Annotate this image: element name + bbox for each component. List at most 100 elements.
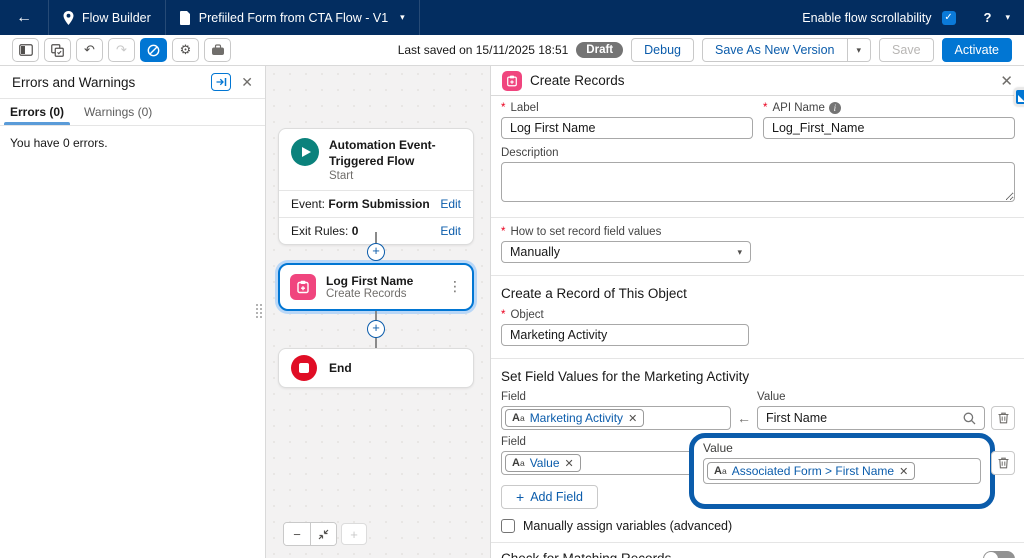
text-type-icon: Aa (512, 412, 525, 424)
copy-elements-button[interactable] (44, 38, 71, 62)
create-records-panel: Create Records ✕ * Label Log First Name *… (490, 66, 1024, 558)
section-matching-heading: Check for Matching Records (501, 551, 671, 558)
field-pill-label: Marketing Activity (530, 411, 623, 425)
create-records-icon (502, 71, 522, 91)
toggle-panel-button[interactable] (12, 38, 39, 62)
end-node[interactable]: End (278, 348, 474, 388)
activate-button[interactable]: Activate (942, 38, 1012, 62)
save-options-dropdown-button[interactable]: ▾ (848, 38, 872, 62)
required-asterisk: * (763, 102, 767, 114)
debug-button[interactable]: Debug (631, 38, 694, 62)
help-button[interactable]: ? (984, 10, 992, 25)
close-icon[interactable]: ✕ (241, 74, 253, 91)
zoom-out-button[interactable]: − (284, 523, 310, 545)
scrollability-label: Enable flow scrollability (802, 11, 931, 25)
remove-pill-icon[interactable]: ✕ (899, 465, 908, 478)
back-button[interactable]: ← (0, 0, 49, 35)
scrollability-checkbox[interactable]: ✓ (942, 11, 956, 25)
start-flow-icon (291, 138, 319, 166)
save-button[interactable]: Save (879, 38, 934, 62)
scroll-indicator-fragment[interactable] (1014, 88, 1024, 106)
required-asterisk: * (501, 309, 505, 321)
last-saved-text: Last saved on 15/11/2025 18:51 (398, 43, 569, 57)
fit-view-icon (318, 529, 329, 540)
assign-variables-checkbox[interactable] (501, 519, 515, 533)
value-input-row2[interactable]: Aa Associated Form > First Name ✕ (703, 458, 981, 484)
how-to-set-select[interactable]: Manually ▾ (501, 241, 751, 263)
redo-button[interactable]: ↷ (108, 38, 135, 62)
flow-title-segment[interactable]: Prefiiled Form from CTA Flow - V1 ▾ (166, 0, 420, 35)
node-menu-button[interactable]: ⋮ (448, 279, 462, 295)
errors-panel-title: Errors and Warnings (12, 75, 211, 90)
api-name-input[interactable]: Log_First_Name (763, 117, 1015, 139)
delete-row-button[interactable] (991, 406, 1015, 430)
end-node-label: End (329, 361, 352, 375)
edit-exit-rules-link[interactable]: Edit (440, 224, 461, 238)
label-field-label: Label (510, 102, 538, 114)
dock-panel-button[interactable] (211, 73, 231, 91)
field-input-row1[interactable]: Aa Marketing Activity ✕ (501, 406, 731, 430)
tab-errors[interactable]: Errors (0) (0, 99, 74, 125)
redo-icon: ↷ (116, 43, 127, 58)
edit-event-link[interactable]: Edit (440, 197, 461, 211)
errors-empty-message: You have 0 errors. (0, 126, 265, 160)
description-textarea[interactable] (501, 162, 1015, 202)
divider (491, 217, 1024, 218)
event-label: Event: (291, 197, 325, 211)
field-pill[interactable]: Aa Value ✕ (505, 454, 581, 472)
how-to-set-label: How to set record field values (510, 226, 661, 238)
panel-toggle-icon (19, 44, 33, 56)
inspector-header: Create Records ✕ (491, 66, 1024, 96)
divider (491, 275, 1024, 276)
plus-icon: + (516, 489, 524, 505)
trash-icon (998, 457, 1009, 469)
help-chevron-icon[interactable]: ▾ (1005, 12, 1010, 23)
flow-canvas[interactable]: Automation Event-Triggered Flow Start Ev… (266, 66, 490, 558)
fit-view-button[interactable] (310, 523, 336, 545)
assign-arrow-icon: ← (731, 410, 757, 426)
description-label: Description (501, 147, 1015, 159)
chevron-down-icon: ▾ (737, 247, 742, 258)
zoom-in-button[interactable]: + (341, 523, 367, 545)
assign-variables-label: Manually assign variables (advanced) (523, 519, 732, 533)
save-as-new-version-button[interactable]: Save As New Version (702, 38, 848, 62)
create-records-icon (290, 274, 316, 300)
settings-button[interactable]: ⚙ (172, 38, 199, 62)
toolbar: ↶ ↷ ⚙ Last saved on 15/11/2025 18:51 Dra… (0, 35, 1024, 66)
field-pill[interactable]: Aa Marketing Activity ✕ (505, 409, 644, 427)
undo-button[interactable]: ↶ (76, 38, 103, 62)
start-node-title: Automation Event-Triggered Flow (329, 138, 461, 169)
value-pill-label: Associated Form > First Name (732, 464, 894, 478)
toolbox-button[interactable] (204, 38, 231, 62)
add-field-button[interactable]: + Add Field (501, 485, 598, 509)
dock-right-icon (216, 77, 227, 87)
delete-row-button[interactable] (991, 451, 1015, 475)
close-icon[interactable]: ✕ (1000, 72, 1013, 90)
flow-title: Prefiiled Form from CTA Flow - V1 (199, 11, 388, 25)
chevron-down-icon[interactable]: ▾ (400, 12, 405, 23)
value-input-row1[interactable]: First Name (757, 406, 985, 430)
value-column-label: Value (703, 441, 981, 455)
remove-pill-icon[interactable]: ✕ (565, 457, 574, 470)
chevron-down-icon: ▾ (857, 45, 862, 56)
nav-right: Enable flow scrollability ✓ ? ▾ (788, 0, 1024, 35)
add-field-label: Add Field (530, 490, 583, 504)
tab-warnings[interactable]: Warnings (0) (74, 99, 162, 125)
value-pill[interactable]: Aa Associated Form > First Name ✕ (707, 462, 915, 480)
add-element-button[interactable]: + (367, 320, 385, 338)
remove-pill-icon[interactable]: ✕ (628, 412, 637, 425)
start-node[interactable]: Automation Event-Triggered Flow Start Ev… (278, 128, 474, 245)
panel-resize-handle[interactable] (256, 304, 263, 319)
info-icon[interactable]: i (829, 102, 841, 114)
back-arrow-icon: ← (16, 10, 32, 26)
exit-rules-label: Exit Rules: (291, 224, 348, 238)
create-records-node[interactable]: Log First Name Create Records ⋮ (278, 263, 474, 311)
label-input[interactable]: Log First Name (501, 117, 753, 139)
start-node-subtitle: Start (329, 170, 461, 182)
search-icon[interactable] (963, 412, 976, 425)
select-mode-button[interactable] (140, 38, 167, 62)
matching-records-toggle[interactable] (983, 551, 1015, 558)
add-element-button[interactable]: + (367, 243, 385, 261)
object-input[interactable]: Marketing Activity (501, 324, 749, 346)
how-to-set-value: Manually (510, 245, 560, 259)
